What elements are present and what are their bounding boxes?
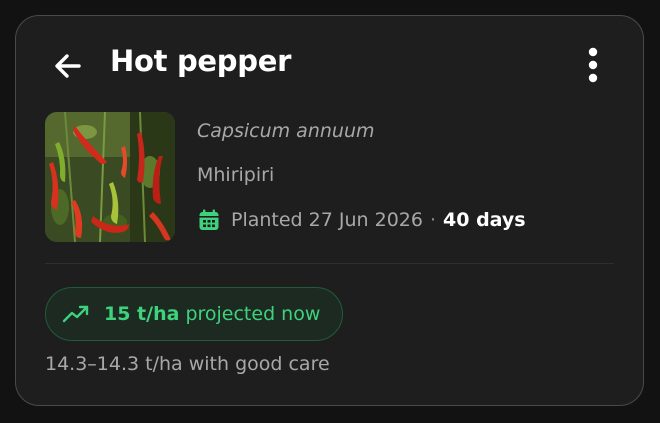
scientific-name: Capsicum annuum: [197, 120, 375, 142]
yield-suffix: projected now: [185, 303, 321, 325]
local-name: Mhiripiri: [197, 164, 275, 186]
planted-row: Planted 27 Jun 2026 · 40 days: [197, 205, 526, 235]
crop-card: Hot pepper Capsicum annuum Mhiripiri Pla…: [15, 15, 644, 406]
planted-date: Planted 27 Jun 2026: [231, 209, 423, 231]
separator-dot: ·: [429, 209, 437, 231]
divider: [45, 263, 614, 264]
projected-yield-chip[interactable]: 15 t/ha projected now: [45, 287, 344, 341]
more-options-button[interactable]: [573, 42, 613, 88]
yield-value: 15 t/ha: [104, 303, 180, 325]
page-title: Hot pepper: [110, 44, 292, 78]
more-vertical-icon: [588, 47, 598, 83]
card-header: Hot pepper: [16, 16, 643, 116]
crop-info: Capsicum annuum Mhiripiri Planted 27 Jun…: [197, 116, 526, 235]
yield-range: 14.3–14.3 t/ha with good care: [45, 353, 330, 375]
trending-up-icon: [62, 304, 90, 324]
calendar-icon: [197, 208, 221, 232]
back-button[interactable]: [48, 46, 88, 86]
crop-photo: [45, 112, 175, 242]
crop-age: 40 days: [443, 209, 526, 231]
arrow-left-icon: [55, 54, 81, 78]
